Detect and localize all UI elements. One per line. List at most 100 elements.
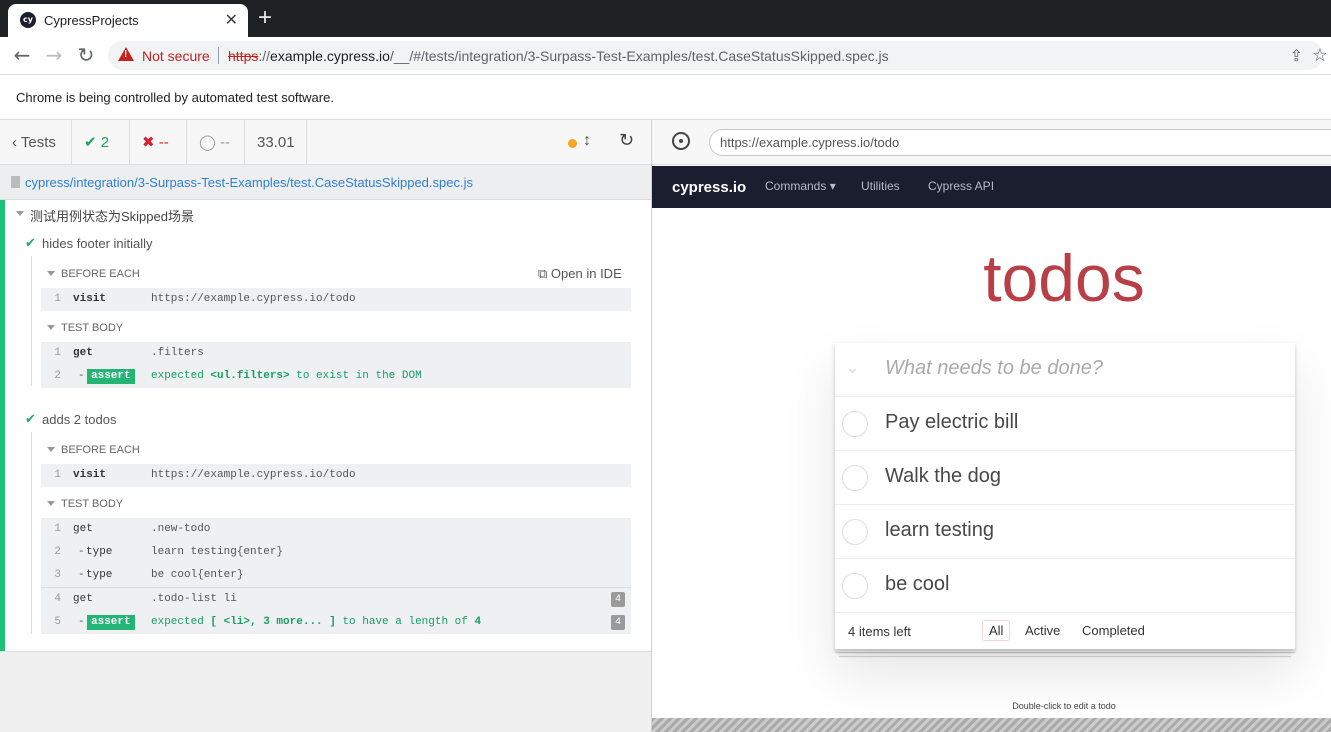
todo-label[interactable]: be cool <box>885 573 950 596</box>
command-row[interactable]: 2 - type learn testing{enter} <box>41 541 631 564</box>
tests-label: Tests <box>20 134 56 151</box>
command-number: 1 <box>54 293 61 305</box>
command-message: learn testing{enter} <box>151 546 284 558</box>
new-tab-icon[interactable]: + <box>258 4 272 32</box>
command-message: .filters <box>151 347 204 359</box>
spec-file-bar: cypress/integration/3-Surpass-Test-Examp… <box>0 165 651 200</box>
command-row[interactable]: 1 get .filters <box>41 342 631 365</box>
url-scheme-separator: :// <box>258 48 271 64</box>
command-row[interactable]: 1 get .new-todo <box>41 518 631 541</box>
pending-count-value: -- <box>219 134 230 151</box>
rerun-tests-icon[interactable]: ↻ <box>619 130 634 151</box>
command-list: 1 visit https://example.cypress.io/todo <box>41 288 631 311</box>
tab-title: CypressProjects <box>44 13 139 28</box>
toggle-all-chevron-icon[interactable]: ⌄ <box>845 357 860 378</box>
test-title[interactable]: adds 2 todos <box>42 412 116 427</box>
address-url[interactable]: https://example.cypress.io/__/#/tests/in… <box>228 48 889 64</box>
todo-toggle-checkbox[interactable] <box>842 519 868 545</box>
todo-label[interactable]: Walk the dog <box>885 465 1001 488</box>
spec-file-link[interactable]: cypress/integration/3-Surpass-Test-Examp… <box>25 175 473 190</box>
automation-infobar: Chrome is being controlled by automated … <box>0 74 1331 120</box>
nav-commands-label: Commands <box>765 179 827 193</box>
bookmark-star-icon[interactable]: ☆ <box>1312 45 1328 66</box>
back-icon[interactable]: ← <box>10 43 34 67</box>
assert-badge: assert <box>87 615 135 630</box>
todo-item[interactable]: Walk the dog <box>835 451 1295 505</box>
cypress-favicon-icon: cy <box>20 12 36 28</box>
child-command-dash: - <box>78 546 85 558</box>
filter-completed[interactable]: Completed <box>1075 620 1152 641</box>
browser-tab[interactable]: cy CypressProjects ✕ <box>8 4 248 37</box>
caret-down-icon: ▾ <box>829 179 836 193</box>
reload-icon[interactable]: ↻ <box>74 43 98 67</box>
command-row[interactable]: 4 get .todo-list li 4 <box>41 588 631 611</box>
hook-title[interactable]: TEST BODY <box>61 322 123 334</box>
todo-label[interactable]: Pay electric bill <box>885 411 1018 434</box>
command-message: https://example.cypress.io/todo <box>151 293 356 305</box>
todo-label[interactable]: learn testing <box>885 519 994 542</box>
filter-active[interactable]: Active <box>1018 620 1067 641</box>
command-name: type <box>86 546 113 558</box>
nav-commands[interactable]: Commands ▾ <box>765 179 836 193</box>
command-number: 2 <box>54 546 61 558</box>
hook-caret-icon[interactable] <box>47 447 55 452</box>
open-in-ide-button[interactable]: ⧉ Open in IDE <box>538 266 622 282</box>
command-number: 5 <box>54 616 61 628</box>
browser-toolbar: ← → ↻ Not secure https://example.cypress… <box>0 37 1331 74</box>
tab-close-icon[interactable]: ✕ <box>225 10 238 30</box>
suite-caret-icon[interactable] <box>16 211 24 216</box>
todo-item[interactable]: be cool <box>835 559 1295 613</box>
hook-title[interactable]: BEFORE EACH <box>61 268 140 280</box>
share-icon[interactable]: ⇪ <box>1290 46 1303 66</box>
command-row[interactable]: 2 - assert expected <ul.filters> to exis… <box>41 365 631 388</box>
command-name: visit <box>73 293 107 305</box>
aut-header: https://example.cypress.io/todo <box>652 120 1331 165</box>
command-row[interactable]: 1 visit https://example.cypress.io/todo <box>41 464 631 487</box>
command-message: .todo-list li <box>151 593 237 605</box>
child-command-dash: - <box>78 569 85 581</box>
test-title[interactable]: hides footer initially <box>42 236 153 251</box>
nav-cypress-api[interactable]: Cypress API <box>928 179 994 193</box>
hook-caret-icon[interactable] <box>47 501 55 506</box>
external-link-icon: ⧉ <box>538 266 548 281</box>
todo-item[interactable]: Pay electric bill <box>835 397 1295 451</box>
warning-icon <box>118 47 134 61</box>
todo-toggle-checkbox[interactable] <box>842 465 868 491</box>
assert-value: 4 <box>474 616 482 628</box>
reporter-header: ‹ Tests ✔ 2 ✖ -- ◯ -- 33.01 ↕ ↻ <box>0 120 651 165</box>
new-todo-row: ⌄ What needs to be done? <box>835 343 1295 397</box>
assert-text: to have a length of <box>342 616 468 628</box>
hook-caret-icon[interactable] <box>47 271 55 276</box>
suite-title[interactable]: 测试用例状态为Skipped场景 <box>30 206 194 225</box>
selector-playground-icon[interactable] <box>672 132 690 150</box>
auto-scroll-toggle-icon[interactable]: ↕ <box>583 132 591 150</box>
nav-utilities[interactable]: Utilities <box>861 179 900 193</box>
auto-scroll-indicator-icon[interactable] <box>568 139 577 148</box>
hook-title[interactable]: TEST BODY <box>61 498 123 510</box>
address-bar[interactable]: Not secure https://example.cypress.io/__… <box>108 41 1328 70</box>
command-list: 1 get .new-todo 2 - type learn testing{e… <box>41 518 631 634</box>
command-row[interactable]: 5 - assert expected [ <li>, 3 more... ] … <box>41 611 631 634</box>
filter-all[interactable]: All <box>982 620 1011 641</box>
tests-back-button[interactable]: ‹ Tests <box>0 120 72 165</box>
new-todo-input[interactable]: What needs to be done? <box>885 357 1103 380</box>
command-name: get <box>73 593 93 605</box>
open-in-ide-label: Open in IDE <box>550 266 622 281</box>
todo-item[interactable]: learn testing <box>835 505 1295 559</box>
todo-toggle-checkbox[interactable] <box>842 411 868 437</box>
command-row[interactable]: 3 - type be cool{enter} <box>41 564 631 587</box>
command-number: 4 <box>54 593 61 605</box>
forward-icon[interactable]: → <box>42 43 66 67</box>
todo-toggle-checkbox[interactable] <box>842 573 868 599</box>
aut-url-field[interactable]: https://example.cypress.io/todo <box>709 129 1331 156</box>
hook-caret-icon[interactable] <box>47 325 55 330</box>
brand-link[interactable]: cypress.io <box>672 179 746 196</box>
pending-circle-icon: ◯ <box>199 134 216 151</box>
hook-title[interactable]: BEFORE EACH <box>61 444 140 456</box>
infobar-text: Chrome is being controlled by automated … <box>16 90 334 105</box>
command-row[interactable]: 1 visit https://example.cypress.io/todo <box>41 288 631 311</box>
command-message: https://example.cypress.io/todo <box>151 469 356 481</box>
suite-status-bar <box>0 200 5 651</box>
not-secure-label[interactable]: Not secure <box>142 48 210 64</box>
assert-subject: [ <li>, 3 more... ] <box>210 616 336 628</box>
